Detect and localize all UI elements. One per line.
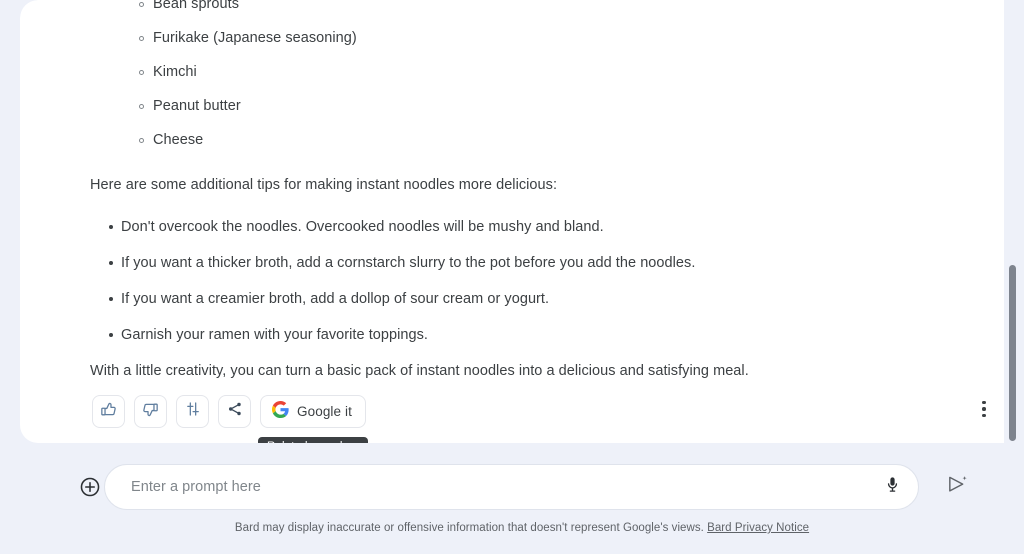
- list-item-label: If you want a thicker broth, add a corns…: [121, 255, 696, 271]
- list-item-label: Bean sprouts: [153, 0, 240, 12]
- list-item-label: Garnish your ramen with your favorite to…: [121, 327, 428, 343]
- list-item-label: Don't overcook the noodles. Overcooked n…: [121, 219, 604, 235]
- list-item: Garnish your ramen with your favorite to…: [20, 325, 1004, 345]
- thumb-up-button[interactable]: [92, 395, 125, 428]
- tips-intro-paragraph: Here are some additional tips for making…: [90, 177, 558, 193]
- prompt-input[interactable]: [105, 478, 875, 496]
- google-logo-icon: [272, 400, 289, 423]
- plus-circle-icon: [79, 477, 101, 502]
- list-item: Don't overcook the noodles. Overcooked n…: [20, 217, 1004, 237]
- share-icon: [227, 401, 243, 422]
- send-sparkle-icon: [946, 473, 969, 501]
- circle-bullet-icon: [139, 2, 144, 7]
- disc-bullet-icon: [109, 225, 113, 229]
- more-vert-icon: [982, 407, 986, 411]
- modify-response-button[interactable]: [176, 395, 209, 428]
- google-it-button[interactable]: Google it: [260, 395, 366, 428]
- more-options-button[interactable]: [970, 392, 998, 426]
- thumb-down-button[interactable]: [134, 395, 167, 428]
- closing-paragraph: With a little creativity, you can turn a…: [90, 363, 749, 379]
- circle-bullet-icon: [139, 138, 144, 143]
- circle-bullet-icon: [139, 70, 144, 75]
- google-it-label: Google it: [297, 404, 352, 419]
- privacy-notice-link[interactable]: Bard Privacy Notice: [707, 522, 809, 534]
- send-prompt-button[interactable]: [943, 474, 971, 500]
- disc-bullet-icon: [109, 297, 113, 301]
- response-action-toolbar: Google it: [92, 395, 366, 428]
- list-item: Peanut butter: [20, 96, 1004, 116]
- voice-input-button[interactable]: [875, 470, 909, 504]
- thumb-up-icon: [100, 401, 117, 423]
- list-item: Kimchi: [20, 62, 1004, 82]
- list-item-label: Cheese: [153, 132, 204, 148]
- list-item-label: Peanut butter: [153, 98, 241, 114]
- scrollbar-track[interactable]: [1008, 0, 1022, 554]
- tune-icon: [185, 401, 201, 422]
- circle-bullet-icon: [139, 36, 144, 41]
- list-item-label: If you want a creamier broth, add a doll…: [121, 291, 550, 307]
- list-item-label: Furikake (Japanese seasoning): [153, 30, 357, 46]
- list-item: Bean sprouts: [20, 0, 1004, 14]
- scrollbar-thumb[interactable]: [1009, 265, 1016, 441]
- conversation-card: Bean sprouts Furikake (Japanese seasonin…: [20, 0, 1004, 443]
- circle-bullet-icon: [139, 104, 144, 109]
- app-shell: Bean sprouts Furikake (Japanese seasonin…: [20, 0, 1024, 554]
- list-item: Cheese: [20, 130, 1004, 150]
- list-item: If you want a thicker broth, add a corns…: [20, 253, 1004, 273]
- disc-bullet-icon: [109, 333, 113, 337]
- tips-list: Don't overcook the noodles. Overcooked n…: [20, 217, 1004, 345]
- more-vert-icon: [982, 413, 986, 418]
- model-response: Bean sprouts Furikake (Japanese seasonin…: [20, 0, 1004, 381]
- add-content-button[interactable]: [79, 476, 101, 498]
- list-item-label: Kimchi: [153, 64, 197, 80]
- disclaimer-label: Bard may display inaccurate or offensive…: [234, 522, 704, 534]
- disc-bullet-icon: [109, 261, 113, 265]
- bard-chat-screen: Bean sprouts Furikake (Japanese seasonin…: [0, 0, 1024, 554]
- microphone-icon: [884, 476, 901, 498]
- prompt-input-container[interactable]: [104, 464, 919, 510]
- more-vert-icon: [982, 400, 986, 405]
- topping-list: Bean sprouts Furikake (Japanese seasonin…: [20, 0, 1004, 150]
- thumb-down-icon: [142, 401, 159, 423]
- share-button[interactable]: [218, 395, 251, 428]
- list-item: If you want a creamier broth, add a doll…: [20, 289, 1004, 309]
- disclaimer-text: Bard may display inaccurate or offensive…: [20, 522, 1024, 534]
- list-item: Furikake (Japanese seasoning): [20, 28, 1004, 48]
